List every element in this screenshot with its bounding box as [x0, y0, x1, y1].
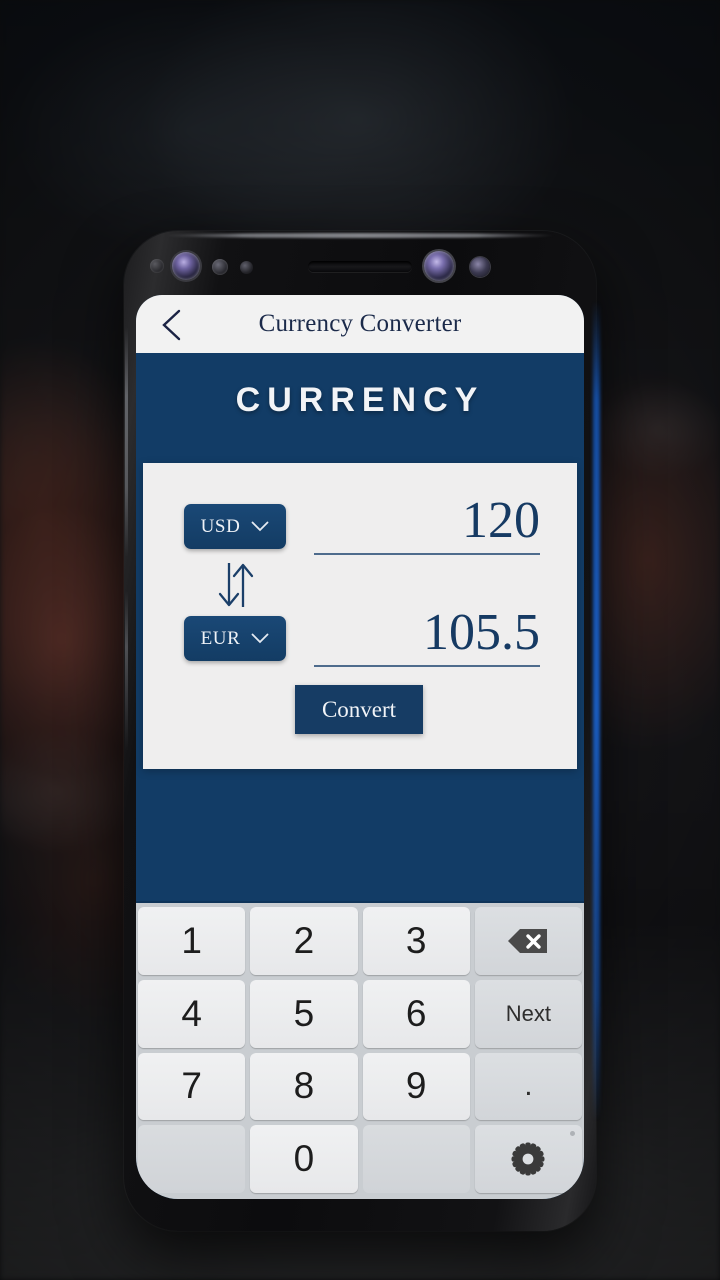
to-amount-underline	[314, 665, 540, 667]
keyboard-row: 4 5 6 Next	[138, 979, 582, 1048]
page-title: Currency Converter	[258, 310, 462, 337]
key-8[interactable]: 8	[250, 1052, 358, 1121]
proximity-sensor-icon	[212, 259, 228, 275]
ir-sensor-icon	[150, 259, 164, 273]
key-label: 6	[405, 992, 427, 1034]
key-2[interactable]: 2	[250, 907, 358, 975]
light-sensor-icon	[240, 261, 253, 274]
key-label: Next	[505, 1000, 551, 1026]
key-6[interactable]: 6	[362, 979, 470, 1048]
key-0[interactable]: 0	[250, 1125, 358, 1193]
settings-gear-icon	[511, 1142, 545, 1176]
earpiece-speaker	[308, 261, 412, 272]
to-amount-value: 105.5	[423, 604, 540, 661]
secondary-sensor-icon	[470, 257, 490, 277]
key-label: 3	[405, 919, 427, 961]
chevron-down-icon	[252, 633, 269, 644]
chevron-down-icon	[252, 521, 269, 532]
phone-frame-left-highlight	[125, 327, 128, 557]
phone-top-bezel	[124, 231, 596, 295]
key-7[interactable]: 7	[138, 1052, 246, 1121]
backspace-icon	[508, 928, 548, 953]
from-amount-field[interactable]: 120	[314, 495, 540, 555]
keyboard-row: 1 2 3	[138, 907, 582, 975]
key-next[interactable]: Next	[474, 979, 582, 1048]
converter-card: USD 120 EUR 105.5 Convert	[143, 463, 577, 769]
to-amount-field[interactable]: 105.5	[314, 607, 540, 667]
key-label: 8	[293, 1065, 315, 1107]
app-bar: Currency Converter	[136, 295, 584, 353]
key-label: 2	[293, 919, 315, 961]
key-backspace[interactable]	[474, 907, 582, 975]
numeric-keyboard: 1 2 3 4 5 6 Next 7 8 9. 0	[136, 901, 584, 1199]
app-content-area: CURRENCY USD 120 EUR 105.5 Convert 1 2 3…	[136, 353, 584, 1199]
key-label: 1	[181, 919, 202, 961]
chevron-left-icon	[162, 309, 181, 341]
key-label: 7	[181, 1065, 202, 1107]
to-currency-code: EUR	[200, 627, 241, 649]
key-label: 9	[405, 1065, 427, 1107]
currency-heading: CURRENCY	[235, 381, 485, 419]
key-1[interactable]: 1	[138, 907, 246, 975]
key-label: 5	[293, 992, 315, 1034]
from-amount-underline	[314, 553, 540, 555]
from-currency-code: USD	[200, 515, 241, 537]
convert-button[interactable]: Convert	[295, 685, 423, 734]
key-label: 0	[293, 1138, 315, 1180]
from-amount-value: 120	[462, 492, 540, 549]
key-3[interactable]: 3	[362, 907, 470, 975]
key-blank	[362, 1125, 470, 1193]
back-button[interactable]	[150, 303, 194, 347]
key-period[interactable]: .	[474, 1052, 582, 1121]
key-blank	[138, 1125, 246, 1193]
phone-frame-right-glow	[593, 301, 600, 1121]
phone-device-frame: Currency Converter CURRENCY USD 120 EUR …	[124, 231, 600, 1231]
front-camera-right-icon	[424, 251, 454, 281]
front-camera-left-icon	[172, 252, 200, 280]
to-currency-dropdown[interactable]: EUR	[184, 616, 286, 661]
key-label: .	[524, 1069, 533, 1103]
keyboard-row: 0	[138, 1125, 582, 1193]
key-5[interactable]: 5	[250, 979, 358, 1048]
swap-vertical-arrows-icon	[218, 563, 254, 607]
settings-key-indicator-dot	[570, 1131, 575, 1137]
key-label: 4	[181, 992, 202, 1034]
keyboard-row: 7 8 9.	[138, 1052, 582, 1121]
key-4[interactable]: 4	[138, 979, 246, 1048]
key-settings-gear[interactable]	[474, 1125, 582, 1193]
phone-frame-left-highlight-lower	[125, 591, 128, 751]
key-9[interactable]: 9	[362, 1052, 470, 1121]
phone-screen: Currency Converter CURRENCY USD 120 EUR …	[136, 295, 584, 1199]
from-currency-dropdown[interactable]: USD	[184, 504, 286, 549]
swap-currencies-button[interactable]	[213, 559, 261, 611]
